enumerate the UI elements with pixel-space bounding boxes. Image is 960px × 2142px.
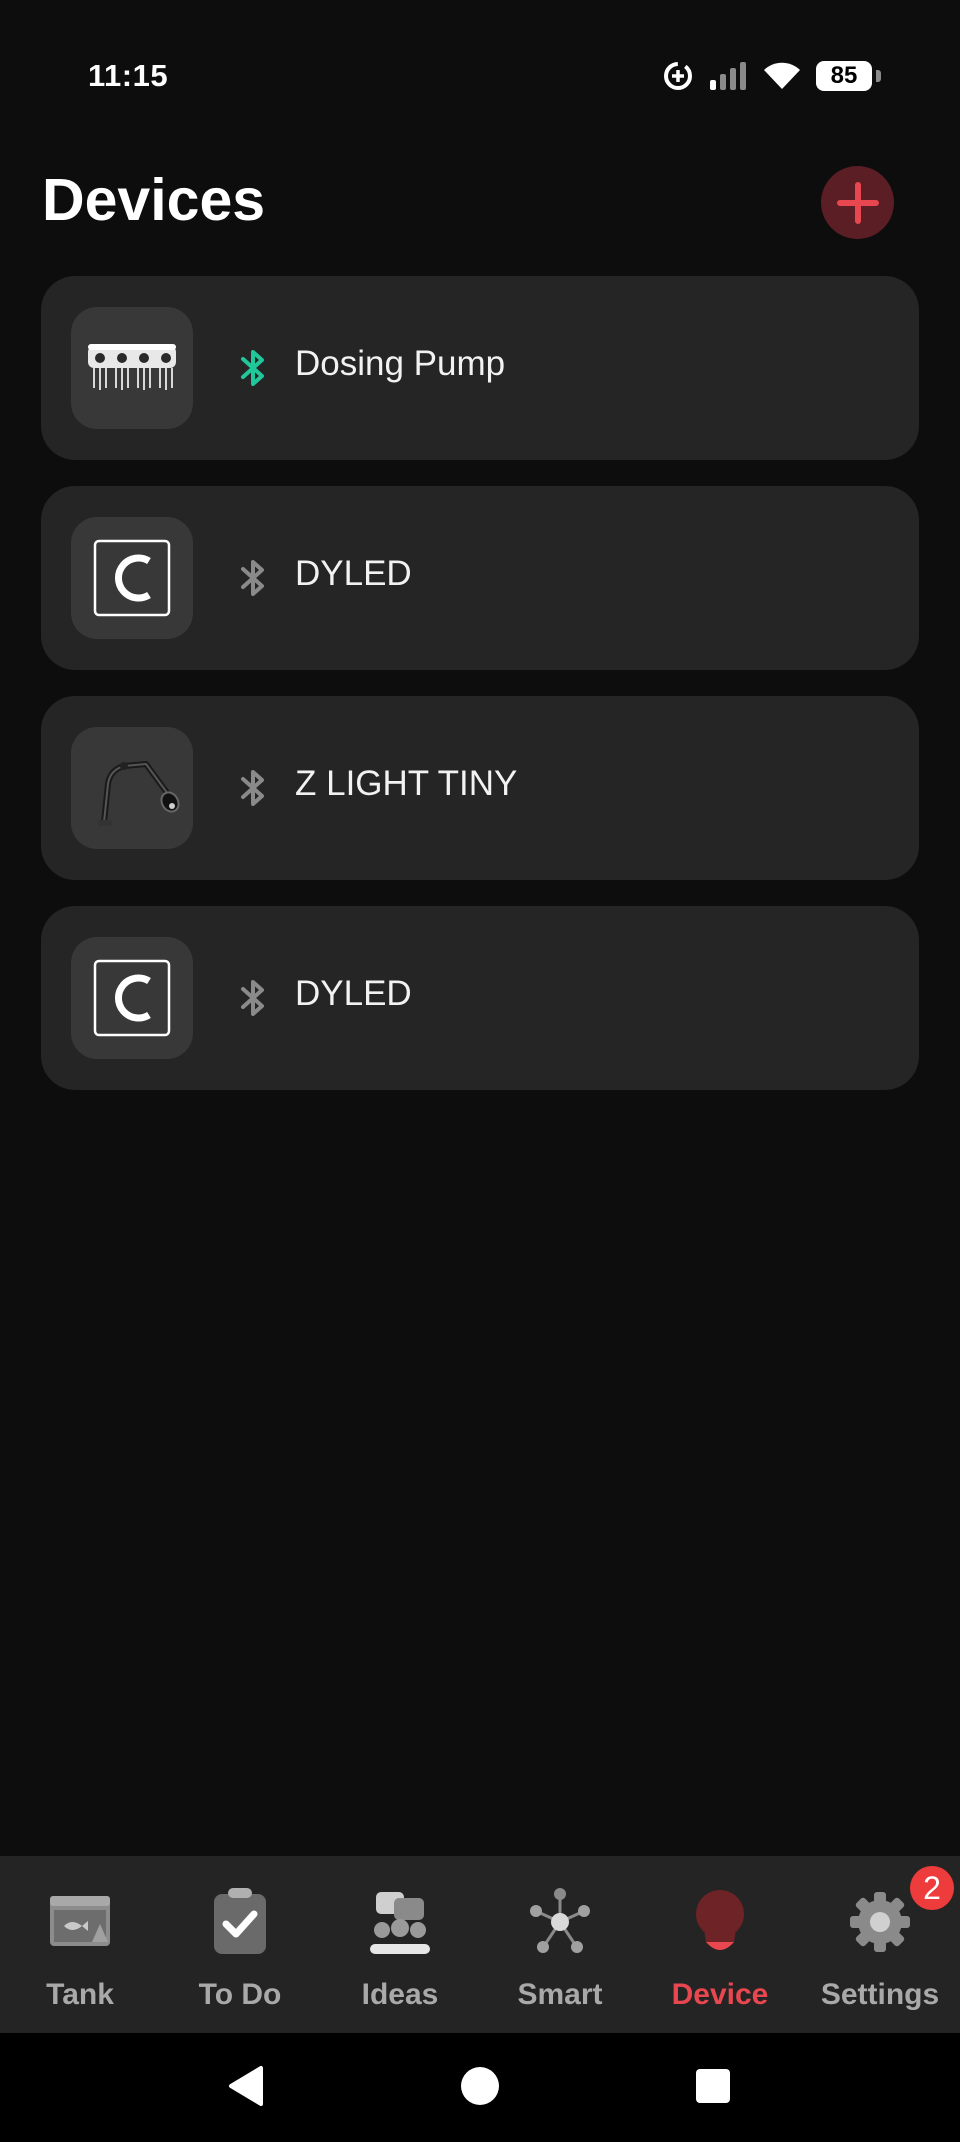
nav-item-device[interactable]: Device <box>640 1856 800 2033</box>
nav-item-ideas[interactable]: Ideas <box>320 1856 480 2033</box>
bottom-nav: Tank To Do Ideas Smart Device 2 Settings <box>0 1856 960 2033</box>
system-nav-bar <box>0 2033 960 2142</box>
nav-item-tank[interactable]: Tank <box>0 1856 160 2033</box>
dosing-pump-image <box>88 344 176 390</box>
status-time: 11:15 <box>88 58 169 93</box>
wifi-icon <box>764 62 800 89</box>
device-name: DYLED <box>295 554 412 593</box>
bluetooth-disconnected-icon <box>241 980 264 1016</box>
z-light-tiny-image <box>98 761 180 826</box>
device-thumbnail <box>71 937 193 1059</box>
nav-label: To Do <box>198 1978 282 2011</box>
nav-label: Settings <box>820 1978 940 2011</box>
device-card[interactable]: Dosing Pump <box>41 276 919 460</box>
device-thumbnail <box>71 517 193 639</box>
device-name: Z LIGHT TINY <box>295 764 518 803</box>
nav-item-smart[interactable]: Smart <box>480 1856 640 2033</box>
nav-label: Device <box>671 1978 769 2011</box>
back-triangle-icon <box>229 2066 263 2106</box>
battery-indicator: 85 <box>816 61 881 91</box>
dyled-logo <box>93 539 171 617</box>
device-name: Dosing Pump <box>295 344 506 383</box>
signal-icon <box>710 62 746 90</box>
plus-icon <box>836 181 879 224</box>
device-list: Dosing Pump DYLED Z LIGHT TINY DYLED <box>41 276 919 1116</box>
network-icon <box>530 1888 590 1953</box>
system-back-button[interactable] <box>210 2051 280 2121</box>
notification-badge: 2 <box>910 1866 954 1910</box>
nav-item-settings[interactable]: 2 Settings <box>800 1856 960 2033</box>
device-card[interactable]: DYLED <box>41 486 919 670</box>
device-card[interactable]: Z LIGHT TINY <box>41 696 919 880</box>
system-home-button[interactable] <box>445 2051 515 2121</box>
nav-label: Smart <box>517 1978 603 2011</box>
nav-label: Tank <box>46 1978 114 2011</box>
nav-label: Ideas <box>361 1978 439 2011</box>
device-thumbnail <box>71 727 193 849</box>
data-saver-icon <box>664 62 692 90</box>
clipboard-check-icon <box>214 1888 266 1954</box>
recents-square-icon <box>696 2069 730 2103</box>
gear-icon <box>850 1892 910 1952</box>
bulb-icon <box>696 1890 744 1950</box>
add-device-button[interactable] <box>821 166 894 239</box>
device-card[interactable]: DYLED <box>41 906 919 1090</box>
status-bar: 11:15 85 <box>0 0 960 150</box>
bluetooth-connected-icon <box>241 350 264 386</box>
status-icons: 85 <box>662 58 881 94</box>
bluetooth-disconnected-icon <box>241 560 264 596</box>
nav-item-to-do[interactable]: To Do <box>160 1856 320 2033</box>
device-thumbnail <box>71 307 193 429</box>
device-name: DYLED <box>295 974 412 1013</box>
page-title: Devices <box>42 167 266 233</box>
home-circle-icon <box>461 2067 499 2105</box>
ideas-icon <box>370 1892 430 1954</box>
dyled-logo <box>93 959 171 1037</box>
bluetooth-disconnected-icon <box>241 770 264 806</box>
system-recents-button[interactable] <box>678 2051 748 2121</box>
tank-icon <box>50 1896 110 1946</box>
